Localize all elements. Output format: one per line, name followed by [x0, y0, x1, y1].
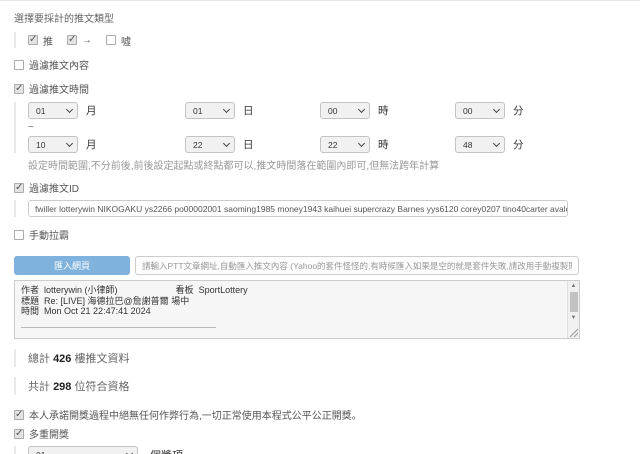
award-count-block: 01 個獎項 此選項可一次開出多位得獎者 — [14, 446, 640, 454]
import-webpage-button[interactable]: 匯入網頁 — [14, 256, 130, 275]
checkbox-multi-draw[interactable] — [14, 429, 24, 439]
chevron-down-icon — [358, 139, 365, 146]
unit-minute: 分 — [513, 137, 524, 152]
unit-hour: 時 — [378, 137, 389, 152]
total-comments-block: 總計 426 樓推文資料 — [14, 349, 640, 367]
select-from-hour[interactable]: 00 — [320, 102, 370, 119]
qualified-count: 298 — [53, 381, 71, 393]
content-filter-row: 過濾推文內容 — [14, 57, 640, 72]
select-award-count[interactable]: 01 — [28, 446, 138, 454]
checkbox-manual-slot[interactable] — [14, 230, 24, 240]
select-from-month[interactable]: 01 — [28, 102, 78, 119]
article-content: 作者 lotterywin (小律師) 看板 SportLottery 標題 R… — [15, 281, 567, 338]
article-author-label: 作者 — [21, 285, 39, 296]
unit-month: 月 — [86, 137, 97, 152]
scrollbar-thumb[interactable] — [570, 292, 578, 312]
total-comments-line: 總計 426 樓推文資料 — [28, 350, 640, 366]
type-options-block: 推 → 噓 — [14, 32, 640, 48]
article-board: SportLottery — [199, 285, 248, 295]
unit-day: 日 — [243, 103, 254, 118]
time-filter-label: 過濾推文時間 — [29, 81, 89, 96]
article-separator: ＿＿＿＿＿＿＿＿＿＿＿＿＿＿＿＿＿＿＿＿＿＿＿＿＿＿＿＿＿＿ — [21, 319, 216, 330]
award-count-unit: 個獎項 — [150, 447, 183, 454]
checkbox-boo[interactable] — [106, 35, 116, 45]
resize-handle-icon[interactable] — [569, 328, 578, 337]
id-filter-input[interactable]: fwiller lotterywin NIKOGAKU ys2266 po000… — [28, 200, 568, 217]
chevron-down-icon — [358, 105, 365, 112]
checkbox-push-label: 推 — [43, 33, 53, 48]
unit-month: 月 — [86, 103, 97, 118]
multi-draw-row: 多重開獎 — [14, 426, 640, 441]
article-time-label: 時間 — [21, 306, 39, 317]
time-from-row: 01 月 01 日 00 時 00 分 — [28, 102, 640, 119]
time-range-block: 01 月 01 日 00 時 00 分 ~ 10 月 22 — [14, 102, 640, 153]
qualified-block: 共計 298 位符合資格 — [14, 377, 640, 395]
chevron-down-icon — [493, 105, 500, 112]
checkbox-push[interactable] — [28, 35, 38, 45]
total-comments-count: 426 — [53, 353, 71, 365]
chevron-down-icon — [126, 449, 133, 454]
unit-day: 日 — [243, 137, 254, 152]
time-to-row: 10 月 22 日 22 時 48 分 — [28, 136, 640, 153]
content-filter-label: 過濾推文內容 — [29, 57, 89, 72]
unit-hour: 時 — [378, 103, 389, 118]
checkbox-arrow-label: → — [82, 35, 92, 46]
scroll-down-icon[interactable]: ▼ — [571, 314, 577, 322]
chevron-down-icon — [66, 139, 73, 146]
select-to-month[interactable]: 10 — [28, 136, 78, 153]
id-filter-label: 過濾推文ID — [29, 180, 79, 195]
import-row: 匯入網頁 — [14, 256, 640, 275]
checkbox-time-filter[interactable] — [14, 84, 24, 94]
chevron-down-icon — [223, 105, 230, 112]
checkbox-arrow[interactable] — [67, 35, 77, 45]
id-filter-block: fwiller lotterywin NIKOGAKU ys2266 po000… — [14, 200, 640, 217]
pledge-row: 本人承諾開獎過程中絕無任何作弊行為,一切正常使用本程式公平公正開獎。 — [14, 407, 640, 422]
select-from-minute[interactable]: 00 — [455, 102, 505, 119]
multi-draw-label: 多重開獎 — [29, 426, 69, 441]
checkbox-content-filter[interactable] — [14, 60, 24, 70]
time-range-hint: 設定時間範圍,不分前後,前後設定起點或終點都可以,推文時間落在範圍內即可,但無法… — [28, 157, 640, 172]
article-title-label: 標題 — [21, 296, 39, 307]
pledge-label: 本人承諾開獎過程中絕無任何作弊行為,一切正常使用本程式公平公正開獎。 — [29, 407, 362, 422]
lottery-tool-page: 選擇要採計的推文類型 推 → 噓 過濾推文內容 過濾推文時間 01 月 01 日 — [0, 0, 640, 454]
select-to-day[interactable]: 22 — [185, 136, 235, 153]
checkbox-pledge[interactable] — [14, 410, 24, 420]
chevron-down-icon — [493, 139, 500, 146]
time-filter-row: 過濾推文時間 — [14, 81, 640, 96]
range-separator: ~ — [28, 122, 640, 133]
chevron-down-icon — [66, 105, 73, 112]
select-to-hour[interactable]: 22 — [320, 136, 370, 153]
manual-slot-label: 手動拉霸 — [29, 227, 69, 242]
select-to-minute[interactable]: 48 — [455, 136, 505, 153]
article-board-label: 看板 — [176, 285, 194, 295]
id-filter-row: 過濾推文ID — [14, 180, 640, 195]
article-textarea[interactable]: 作者 lotterywin (小律師) 看板 SportLottery 標題 R… — [14, 280, 580, 339]
article-author: lotterywin (小律師) — [44, 285, 118, 296]
chevron-down-icon — [223, 139, 230, 146]
scroll-up-icon[interactable]: ▲ — [571, 282, 577, 290]
qualified-line: 共計 298 位符合資格 — [28, 378, 640, 394]
select-from-day[interactable]: 01 — [185, 102, 235, 119]
article-title: Re: [LIVE] 海德拉巴@詹謝普爾 場中 — [44, 296, 189, 307]
type-section-label: 選擇要採計的推文類型 — [14, 10, 640, 25]
checkbox-id-filter[interactable] — [14, 183, 24, 193]
type-options-row: 推 → 噓 — [28, 32, 640, 48]
ptt-url-input[interactable] — [135, 256, 579, 275]
article-time: Mon Oct 21 22:47:41 2024 — [44, 306, 151, 317]
checkbox-boo-label: 噓 — [121, 33, 131, 48]
manual-slot-row: 手動拉霸 — [14, 227, 640, 242]
unit-minute: 分 — [513, 103, 524, 118]
